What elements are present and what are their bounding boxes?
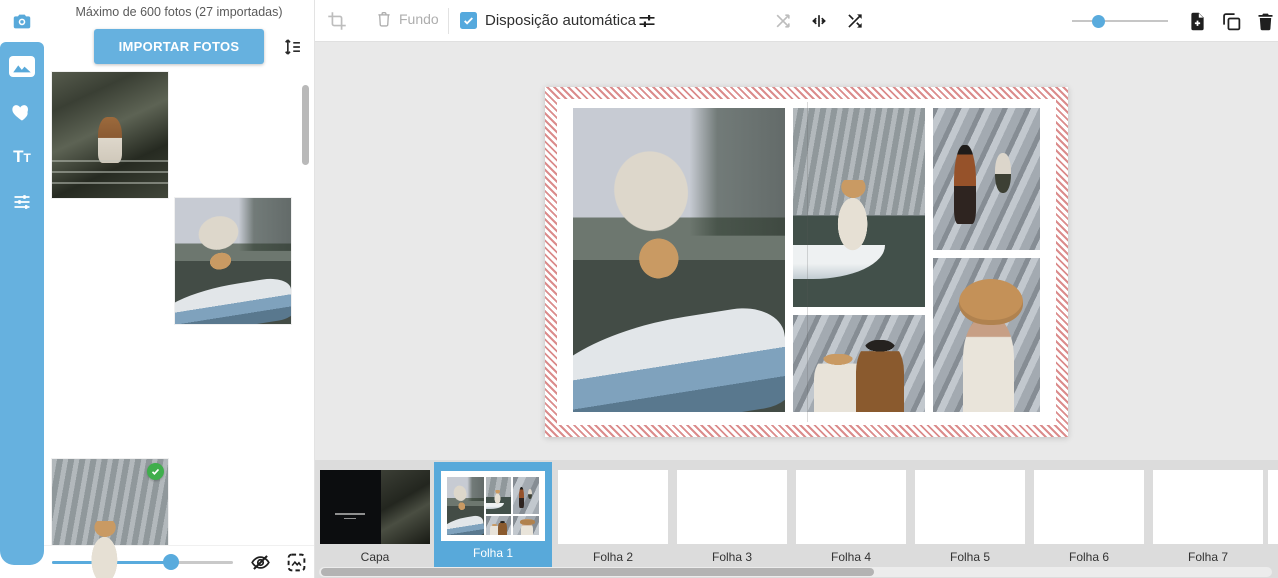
- sheet-folha-5[interactable]: Folha 5: [911, 462, 1029, 570]
- toolbar-divider: [448, 8, 449, 34]
- icon-rail: TT: [0, 0, 44, 578]
- sheet-thumbnail: [558, 470, 668, 544]
- editor-toolbar: Fundo Disposição automática: [315, 0, 1278, 42]
- canvas-zoom-slider[interactable]: [1072, 13, 1168, 29]
- sidebar-item-favorites[interactable]: [0, 89, 44, 134]
- sheet-label: Folha 6: [1069, 550, 1109, 564]
- sort-order-icon[interactable]: [282, 37, 302, 57]
- spread-photo-slot[interactable]: [793, 315, 925, 412]
- swap-horizontal-icon[interactable]: [809, 11, 829, 31]
- canvas-area: [315, 42, 1278, 460]
- sheet-label: Folha 5: [950, 550, 990, 564]
- import-photos-button[interactable]: IMPORTAR FOTOS: [94, 29, 264, 64]
- sidebar-item-adjustments[interactable]: [0, 179, 44, 224]
- add-page-icon[interactable]: [1187, 11, 1207, 31]
- sheet-label: Folha 3: [712, 550, 752, 564]
- cover-title-lines: [335, 513, 365, 523]
- library-footer: [44, 545, 314, 578]
- autofill-frame-icon[interactable]: [286, 552, 307, 573]
- background-button-label: Fundo: [399, 11, 439, 27]
- sliders-icon: [12, 192, 32, 212]
- layout-tune-icon[interactable]: [637, 11, 657, 31]
- sheet-folha-6[interactable]: Folha 6: [1030, 462, 1148, 570]
- filmstrip-scrollbar-thumb[interactable]: [321, 568, 874, 576]
- sheet-partial[interactable]: [1268, 462, 1278, 570]
- sheet-thumbnail: [1034, 470, 1144, 544]
- spread-photo-slot[interactable]: [933, 108, 1040, 250]
- duplicate-page-icon[interactable]: [1221, 11, 1241, 31]
- hide-used-photos-icon[interactable]: [250, 552, 271, 573]
- sidebar-item-text[interactable]: TT: [0, 134, 44, 179]
- canvas-zoom-slider-thumb[interactable]: [1092, 15, 1105, 28]
- sheet-thumbnail: [915, 470, 1025, 544]
- sheet-label: Folha 7: [1188, 550, 1228, 564]
- sheet-folha-2[interactable]: Folha 2: [554, 462, 672, 570]
- photo-thumbnail[interactable]: [52, 72, 168, 198]
- spread-photo-slot[interactable]: [933, 258, 1040, 412]
- sheet-thumbnail: [1268, 470, 1278, 544]
- sheet-cover[interactable]: Capa: [316, 462, 434, 570]
- camera-icon[interactable]: [0, 0, 44, 42]
- filmstrip-scrollbar[interactable]: [319, 567, 1272, 577]
- photo-thumbnail[interactable]: [175, 198, 291, 324]
- sheet-filmstrip: Capa Folha 1 Folha 2 Folha 3: [315, 460, 1278, 578]
- text-icon: TT: [13, 147, 31, 167]
- thumbnail-size-slider-thumb[interactable]: [163, 554, 179, 570]
- cover-back-panel: [320, 470, 381, 544]
- photo-used-check-icon: [147, 463, 164, 480]
- editor-area: Fundo Disposição automática: [315, 0, 1278, 578]
- delete-page-icon[interactable]: [1255, 11, 1275, 31]
- sidebar-item-photos[interactable]: [0, 44, 44, 89]
- spread-page-layout: [557, 99, 1056, 425]
- tool-rail: TT: [0, 42, 44, 565]
- cover-thumbnail: [320, 470, 430, 544]
- page-fold-line: [807, 102, 808, 422]
- photo-library-panel: Máximo de 600 fotos (27 importadas) IMPO…: [44, 0, 315, 578]
- spread-photo-slot[interactable]: [793, 108, 925, 307]
- crop-icon[interactable]: [327, 11, 347, 31]
- auto-layout-label: Disposição automática: [485, 12, 636, 29]
- auto-layout-checkbox[interactable]: [460, 12, 477, 29]
- shuffle-icon[interactable]: [845, 11, 865, 31]
- thumbnail-size-slider[interactable]: [52, 561, 233, 564]
- trash-outline-icon: [375, 10, 393, 28]
- sheet-label: Folha 2: [593, 550, 633, 564]
- sheet-folha-4[interactable]: Folha 4: [792, 462, 910, 570]
- sheet-folha-7[interactable]: Folha 7: [1149, 462, 1267, 570]
- slider-track: [1072, 20, 1168, 22]
- photobook-editor: TT Máximo de 600 fotos (27 importadas) I…: [0, 0, 1278, 578]
- sheet-thumbnail: [1153, 470, 1263, 544]
- heart-icon: [11, 102, 33, 122]
- sheet-thumbnail: [677, 470, 787, 544]
- spread-photo-slot[interactable]: [573, 108, 785, 412]
- sheet-label: Folha 4: [831, 550, 871, 564]
- check-icon: [462, 14, 475, 27]
- sheet-folha-3[interactable]: Folha 3: [673, 462, 791, 570]
- split-arrows-icon[interactable]: [773, 11, 793, 31]
- sheet-label: Capa: [361, 550, 390, 564]
- cover-photo: [381, 470, 431, 544]
- sheet-folha-1[interactable]: Folha 1: [434, 462, 552, 570]
- photos-icon: [9, 56, 35, 77]
- photo-limit-text: Máximo de 600 fotos (27 importadas): [44, 5, 314, 19]
- book-spread: [545, 87, 1068, 437]
- sheet-thumbnail: [796, 470, 906, 544]
- sheet-thumbnail: [441, 471, 545, 541]
- library-scrollbar-thumb[interactable]: [302, 85, 309, 165]
- sheet-label: Folha 1: [473, 546, 513, 560]
- background-button[interactable]: Fundo: [375, 10, 439, 28]
